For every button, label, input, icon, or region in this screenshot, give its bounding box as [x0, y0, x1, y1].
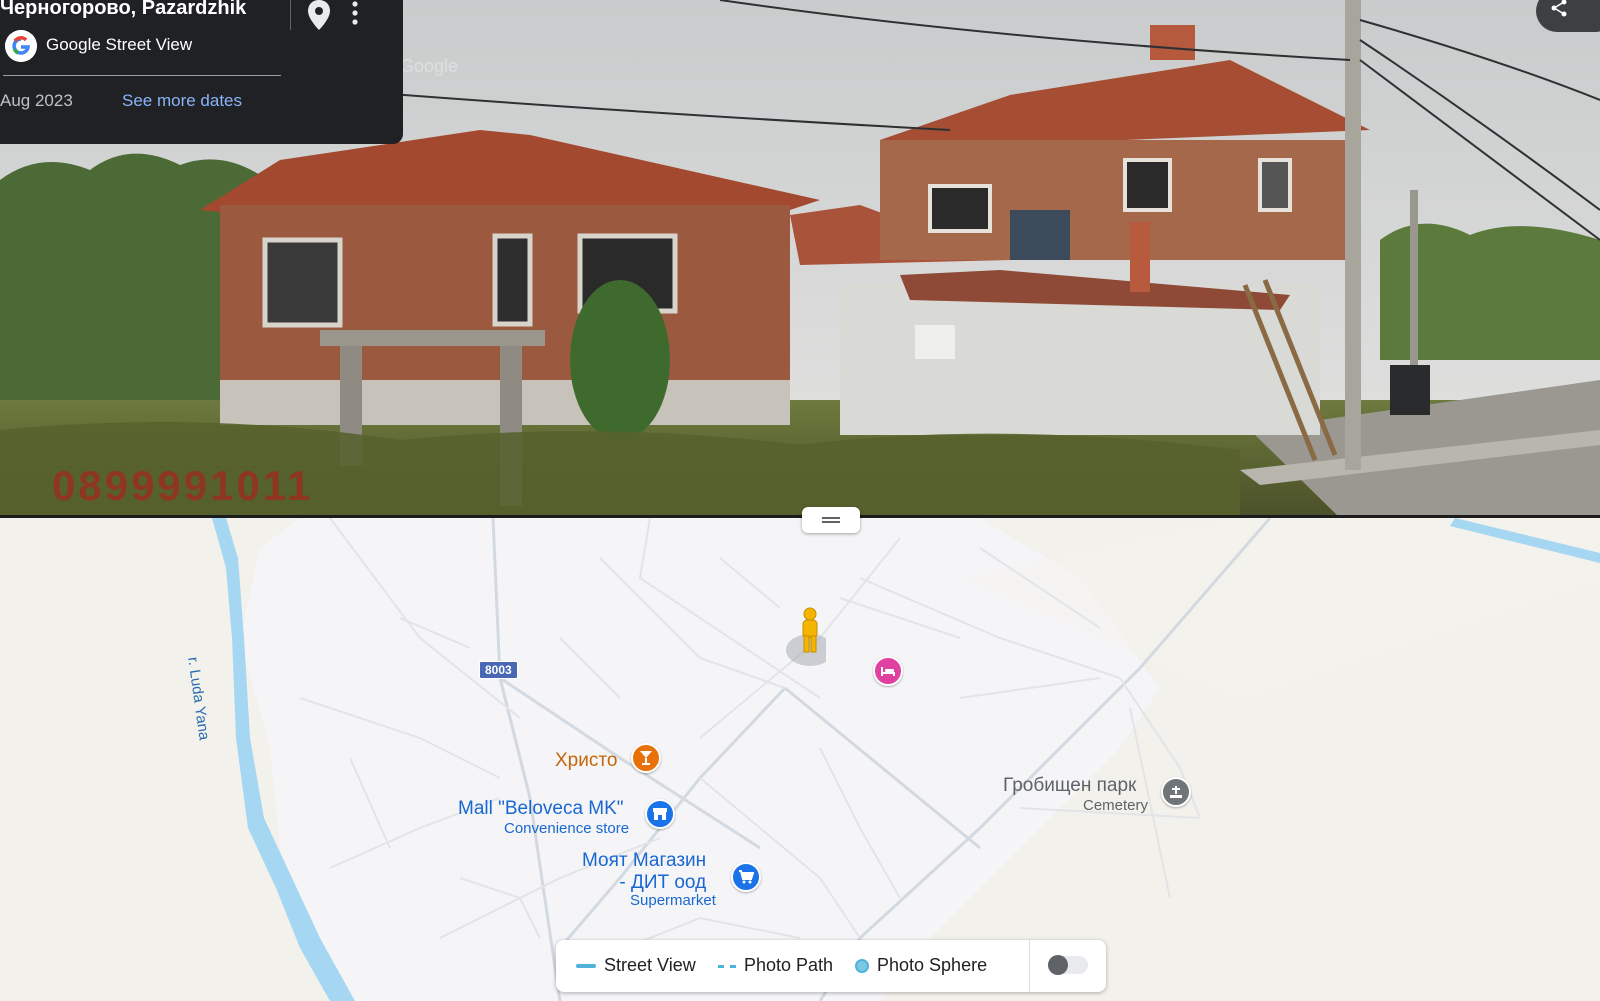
bar-pin[interactable]	[631, 743, 661, 773]
see-more-dates-link[interactable]: See more dates	[122, 91, 242, 111]
store-icon	[653, 808, 667, 820]
street-view-panorama[interactable]: Google 0899991011 Черногорово, Pazardzhi…	[0, 0, 1600, 518]
source-label: Google Street View	[46, 35, 193, 54]
share-icon	[1551, 0, 1567, 17]
poi-label-mall-beloveca[interactable]: Mall "Beloveca MK"	[458, 798, 624, 820]
street-view-line-icon	[576, 964, 596, 969]
poi-label-hristo[interactable]: Христо	[555, 750, 617, 772]
card-divider	[290, 0, 291, 30]
legend-photo-sphere: Photo Sphere	[855, 955, 987, 976]
cart-icon	[739, 870, 754, 884]
place-title: Черногорово, Pazardzhik	[0, 0, 247, 19]
route-number-badge: 8003	[479, 661, 518, 679]
coverage-toggle[interactable]	[1048, 955, 1088, 975]
toggle-knob	[1048, 955, 1068, 975]
map-view[interactable]: r. Luda Yana 8003 Христо Mall "Beloveca …	[0, 518, 1600, 1001]
google-watermark: Google	[400, 56, 459, 76]
cemetery-icon	[1170, 786, 1182, 798]
map-pin-icon[interactable]	[307, 0, 331, 30]
coverage-legend: Street View Photo Path Photo Sphere	[556, 940, 1106, 992]
supermarket-pin[interactable]	[731, 862, 761, 892]
store-pin[interactable]	[645, 799, 675, 829]
cemetery-pin[interactable]	[1161, 777, 1191, 807]
poi-label-cemetery[interactable]: Гробищен парк	[1003, 775, 1136, 797]
legend-street-view-label: Street View	[604, 955, 696, 975]
bar-icon	[640, 751, 652, 765]
lodging-pin[interactable]	[873, 656, 903, 686]
phone-watermark: 0899991011	[52, 462, 314, 509]
share-button[interactable]	[1536, 0, 1600, 32]
poi-category-convenience: Convenience store	[504, 820, 630, 837]
poi-label-moyat-magazin[interactable]: Моят Магазин - ДИТ оод	[582, 850, 706, 894]
split-view-resize-handle[interactable]	[802, 507, 860, 533]
google-logo-icon	[5, 30, 37, 62]
legend-street-view: Street View	[576, 955, 696, 976]
card-divider-horizontal	[3, 75, 281, 76]
legend-photo-sphere-label: Photo Sphere	[877, 955, 988, 975]
pegman-icon[interactable]	[786, 606, 826, 666]
photo-sphere-dot-icon	[855, 959, 869, 974]
map-base	[212, 518, 1600, 1001]
photo-path-dashed-icon	[718, 964, 736, 968]
lodging-icon	[881, 667, 895, 676]
capture-date: Aug 2023	[0, 91, 73, 110]
more-options-icon[interactable]	[347, 0, 363, 28]
legend-photo-path-label: Photo Path	[744, 955, 834, 975]
legend-photo-path: Photo Path	[718, 955, 833, 976]
poi-category-cemetery: Cemetery	[1083, 797, 1149, 814]
legend-separator	[1029, 940, 1030, 992]
location-info-card: Черногорово, Pazardzhik Google Street Vi…	[0, 0, 403, 144]
poi-category-supermarket: Supermarket	[630, 892, 716, 909]
